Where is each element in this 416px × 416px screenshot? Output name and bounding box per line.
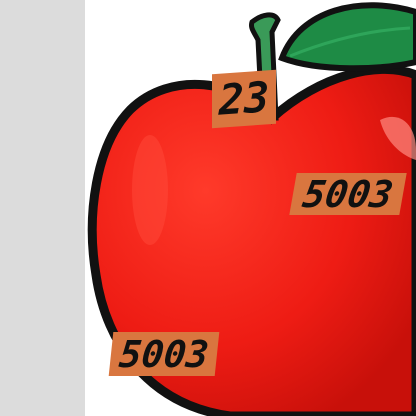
number-tag-stem: 23 — [212, 69, 276, 129]
apple-shine — [132, 135, 168, 245]
number-tag-right: 5003 — [289, 173, 407, 216]
number-tag-bottom: 5003 — [108, 332, 220, 376]
